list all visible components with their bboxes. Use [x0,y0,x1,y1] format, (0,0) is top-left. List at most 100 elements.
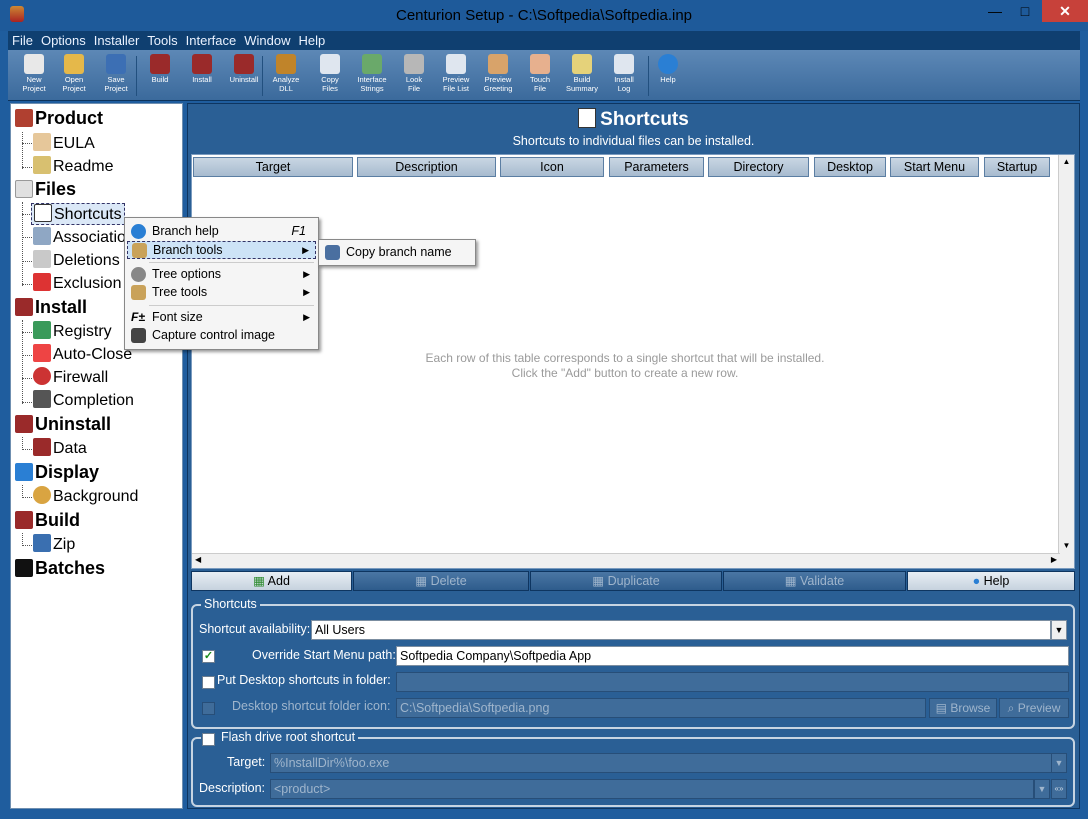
description-dropdown-icon[interactable]: ▼ [1034,779,1050,799]
toolbar-touch-file-button[interactable]: Touch File [520,52,560,100]
tree-shortcuts[interactable]: Shortcuts [31,203,125,225]
target-field[interactable]: %InstallDir%\foo.exe [270,753,1052,773]
close-button[interactable]: ✕ [1042,0,1088,22]
minimize-button[interactable]: — [980,0,1010,22]
maximize-button[interactable]: □ [1010,0,1040,22]
column-description[interactable]: Description [357,157,496,177]
description-label: Description: [199,781,265,795]
override-label: Override Start Menu path: [252,648,396,662]
toolbar-preview-file-list-button[interactable]: Preview File List [436,52,476,100]
tree-batches[interactable]: Batches [15,558,105,579]
toolbar-open-project-button[interactable]: Open Project [54,52,94,100]
toolbar-new-project-button[interactable]: New Project [14,52,54,100]
delete-button[interactable]: ▦ Delete [353,571,529,591]
tree-uninstall[interactable]: Uninstall [15,414,111,435]
column-directory[interactable]: Directory [708,157,809,177]
menu-item-font-size[interactable]: F± Font size ▶ [127,309,316,327]
touch-file-icon [530,54,550,74]
menu-help[interactable]: Help [295,31,330,50]
toolbar-build-summary-button[interactable]: Build Summary [562,52,602,100]
menu-item-branch-tools[interactable]: Branch tools ▶ [127,241,316,259]
look-file-icon [404,54,424,74]
target-dropdown-icon[interactable]: ▼ [1051,753,1067,773]
folder-icon-field[interactable]: C:\Softpedia\Softpedia.png [396,698,926,718]
tree-completion[interactable]: Completion [33,390,134,410]
empty-table-message: Each row of this table corresponds to a … [425,351,825,365]
tree-files[interactable]: Files [15,179,76,200]
tree-data[interactable]: Data [33,438,87,458]
validate-button[interactable]: ▦ Validate [723,571,906,591]
empty-table-hint: Click the "Add" button to create a new r… [511,366,739,380]
menu-item-tree-options[interactable]: Tree options ▶ [127,266,316,284]
menu-window[interactable]: Window [240,31,294,50]
desktop-folder-field[interactable] [396,672,1069,692]
toolbar-build-button[interactable]: Build [140,52,180,100]
folder-icon-checkbox[interactable] [202,702,215,715]
toolbar-save-project-button[interactable]: Save Project [96,52,136,100]
add-button[interactable]: ▦ Add [191,571,352,591]
override-path-field[interactable]: Softpedia Company\Softpedia App [396,646,1069,666]
vertical-scrollbar[interactable]: ▲ ▼ [1058,155,1074,568]
column-target[interactable]: Target [193,157,353,177]
scroll-down-icon[interactable]: ▼ [1059,541,1074,550]
tree-eula[interactable]: EULA [33,133,95,153]
column-startup[interactable]: Startup [984,157,1050,177]
tree-firewall[interactable]: Firewall [33,367,108,387]
menu-item-tree-tools[interactable]: Tree tools ▶ [127,284,316,302]
shortcuts-table[interactable]: Target Description Icon Parameters Direc… [191,154,1075,569]
menu-options[interactable]: Options [37,31,90,50]
toolbar-install-log-button[interactable]: Install Log [604,52,644,100]
flash-drive-checkbox[interactable] [202,733,215,746]
scroll-left-icon[interactable]: ◀ [195,555,201,564]
toolbar-help-button[interactable]: Help [648,52,688,100]
column-start-menu[interactable]: Start Menu [890,157,979,177]
column-parameters[interactable]: Parameters [609,157,704,177]
menu-item-branch-help[interactable]: Branch help F1 [127,223,316,241]
toolbar-install-button[interactable]: Install [182,52,222,100]
menu-interface[interactable]: Interface [182,31,241,50]
menu-item-capture[interactable]: Capture control image [127,327,316,345]
override-checkbox[interactable]: ✓ [202,650,215,663]
tree-deletions[interactable]: Deletions [33,250,120,270]
tree-build[interactable]: Build [15,510,80,531]
toolbar-label: Strings [360,84,384,93]
preview-button[interactable]: ⌕ Preview [999,698,1069,718]
column-icon[interactable]: Icon [500,157,604,177]
menu-installer[interactable]: Installer [90,31,144,50]
help-button[interactable]: ● Help [907,571,1075,591]
tree-product[interactable]: Product [15,108,103,129]
toolbar-label: Build [151,75,169,84]
availability-dropdown-icon[interactable]: ▼ [1051,620,1067,640]
browse-button[interactable]: ▤ Browse [929,698,997,718]
toolbar-uninstall-button[interactable]: Uninstall [224,52,264,100]
tree-zip[interactable]: Zip [33,534,75,554]
menu-file[interactable]: File [8,31,37,50]
toolbar-label: Install [614,75,634,84]
toolbar-copy-files-button[interactable]: Copy Files [310,52,350,100]
tree-readme[interactable]: Readme [33,156,113,176]
scroll-right-icon[interactable]: ▶ [1051,555,1057,564]
tree-display[interactable]: Display [15,462,99,483]
page-subtitle: Shortcuts to individual files can be ins… [512,134,755,148]
scroll-up-icon[interactable]: ▲ [1059,157,1074,166]
tree-install[interactable]: Install [15,297,87,318]
tree-associations[interactable]: Associatio [33,227,126,247]
availability-select[interactable]: All Users [311,620,1051,640]
insert-variable-icon[interactable]: «» [1051,779,1067,799]
horizontal-scrollbar[interactable]: ◀ ▶ [192,553,1060,568]
toolbar-interface-strings-button[interactable]: Interface Strings [352,52,392,100]
tree-auto-close[interactable]: Auto-Close [33,344,132,364]
toolbar-preview-greeting-button[interactable]: Preview Greeting [478,52,518,100]
data-icon [33,438,51,456]
duplicate-button[interactable]: ▦ Duplicate [530,571,722,591]
toolbar-analyze-dll-button[interactable]: Analyze DLL [266,52,306,100]
description-field[interactable]: <product> [270,779,1034,799]
tree-registry[interactable]: Registry [33,321,112,341]
column-desktop[interactable]: Desktop [814,157,886,177]
tree-exclusions[interactable]: Exclusion [33,273,121,293]
tree-background[interactable]: Background [33,486,138,506]
menu-tools[interactable]: Tools [143,31,181,50]
desktop-folder-checkbox[interactable] [202,676,215,689]
toolbar-look-file-button[interactable]: Look File [394,52,434,100]
menu-item-copy-branch-name[interactable]: Copy branch name [321,244,473,262]
